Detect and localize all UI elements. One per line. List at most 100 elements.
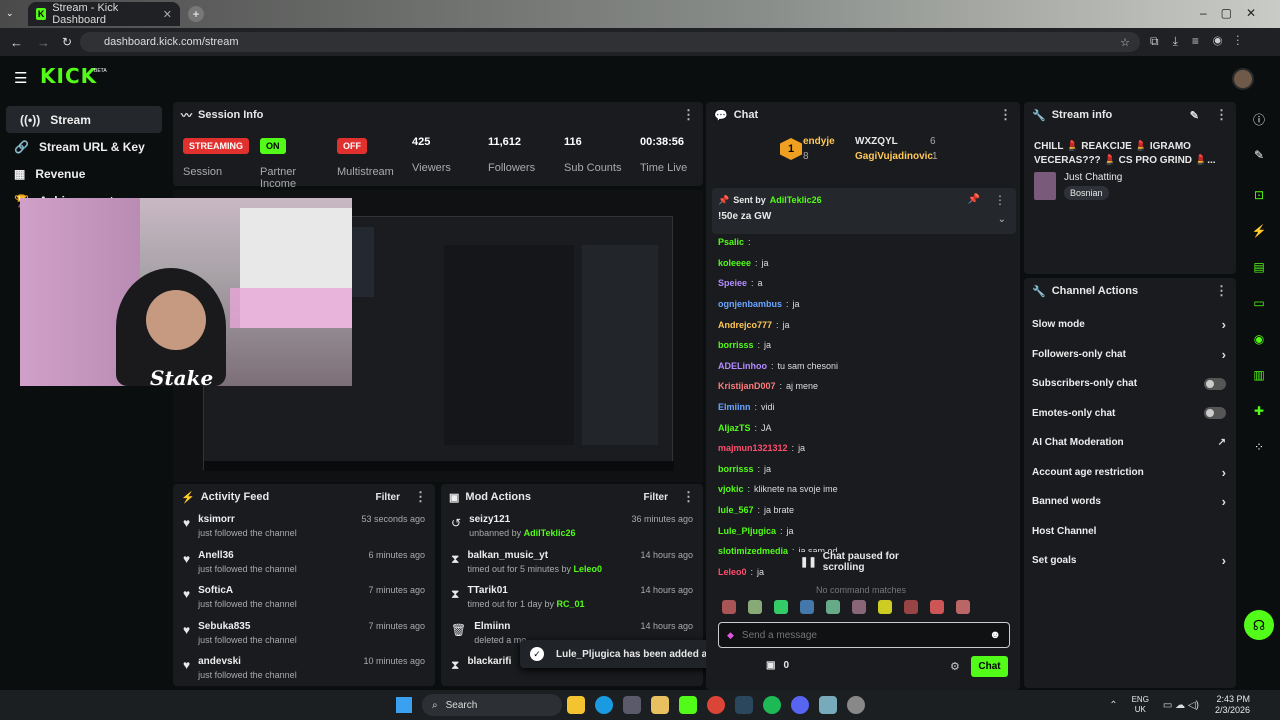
chat-username[interactable]: slotimizedmedia bbox=[718, 546, 788, 556]
app-icon[interactable] bbox=[847, 696, 865, 714]
sidebar-item-stream[interactable]: ((•)) Stream bbox=[6, 106, 162, 133]
hamburger-menu-icon[interactable]: ☰ bbox=[14, 69, 27, 87]
channel-action-item[interactable]: Host Channel bbox=[1024, 517, 1236, 547]
kick-app-icon[interactable] bbox=[679, 696, 697, 714]
chat-username[interactable]: ADELinhoo bbox=[718, 361, 767, 371]
more-menu-icon[interactable]: ⋮ bbox=[682, 489, 695, 505]
list-item[interactable]: ♥ Sebuka835 just followed the channel 7 … bbox=[173, 617, 435, 653]
unpin-icon[interactable]: 📌 bbox=[968, 194, 980, 205]
chat-message[interactable]: lule_567: ja brate bbox=[706, 500, 1020, 521]
document-icon[interactable]: ▤ bbox=[1246, 254, 1272, 280]
more-menu-icon[interactable]: ⋮ bbox=[999, 107, 1012, 123]
leader-name[interactable]: WXZQYL bbox=[855, 136, 898, 147]
chat-message[interactable]: ADELinhoo: tu sam chesoni bbox=[706, 356, 1020, 377]
info-icon[interactable]: ⓘ bbox=[1246, 106, 1272, 132]
emoji-icon[interactable]: ☻ bbox=[989, 629, 1001, 641]
chat-username[interactable]: Psalic bbox=[718, 237, 744, 247]
lightning-icon[interactable]: ⚡ bbox=[1246, 218, 1272, 244]
chat-message[interactable]: ognjenbambus: ja bbox=[706, 294, 1020, 315]
app-icon[interactable] bbox=[651, 696, 669, 714]
address-bar[interactable]: dashboard.kick.com/stream ☆ bbox=[80, 32, 1140, 52]
target-icon[interactable]: ⊡ bbox=[1246, 182, 1272, 208]
send-chat-button[interactable]: Chat bbox=[971, 656, 1008, 677]
list-item[interactable]: ♥ ksimorr just followed the channel 53 s… bbox=[173, 510, 435, 546]
chat-message[interactable]: Andrejco777: ja bbox=[706, 314, 1020, 335]
chat-message[interactable]: borrisss: ja bbox=[706, 459, 1020, 480]
pinned-message[interactable]: 📌 Sent by AdilTeklic26 !50e za GW 📌 ⋮ ⌄ bbox=[712, 188, 1016, 234]
emote-bar[interactable] bbox=[718, 600, 1014, 618]
list-item[interactable]: ♥ SofticA just followed the channel 7 mi… bbox=[173, 581, 435, 617]
channel-points[interactable]: ▣ 0 bbox=[766, 660, 789, 671]
tab-close-icon[interactable]: ✕ bbox=[163, 8, 172, 21]
channel-action-item[interactable]: AI Chat Moderation ↗ bbox=[1024, 428, 1236, 458]
bookmark-star-icon[interactable]: ☆ bbox=[1120, 36, 1130, 49]
list-item[interactable]: ⧗ balkan_music_yt timed out for 5 minute… bbox=[441, 546, 703, 582]
sidebar-item-stream-url[interactable]: 🔗 Stream URL & Key bbox=[0, 133, 168, 160]
pencil-icon[interactable]: ✎ bbox=[1246, 142, 1272, 168]
more-menu-icon[interactable]: ⋮ bbox=[1215, 283, 1228, 299]
chat-message[interactable]: AljazTS: JA bbox=[706, 417, 1020, 438]
chat-settings-icon[interactable]: ⚙ bbox=[950, 660, 960, 673]
more-menu-icon[interactable]: ⋮ bbox=[682, 107, 695, 123]
chat-message[interactable]: Speiee: a bbox=[706, 273, 1020, 294]
chat-username[interactable]: Andrejco777 bbox=[718, 320, 772, 330]
chat-username[interactable]: Elmiinn bbox=[718, 402, 751, 412]
message-field[interactable] bbox=[741, 629, 982, 641]
chat-bubble-icon[interactable]: ▭ bbox=[1246, 290, 1272, 316]
chat-username[interactable]: Lule_Pljugica bbox=[718, 526, 776, 536]
support-headset-icon[interactable]: ☊ bbox=[1244, 610, 1274, 640]
sidebar-item-revenue[interactable]: ▦ Revenue bbox=[0, 160, 168, 187]
emote-icon[interactable] bbox=[852, 600, 866, 614]
channel-action-item[interactable]: Emotes-only chat bbox=[1024, 399, 1236, 429]
chat-message[interactable]: Lule_Pljugica: ja bbox=[706, 520, 1020, 541]
multistream[interactable]: OFF Multistream bbox=[337, 138, 394, 178]
language-indicator[interactable]: ENG UK bbox=[1132, 695, 1149, 715]
more-menu-icon[interactable]: ⋮ bbox=[1215, 107, 1228, 123]
tray-chevron-icon[interactable]: ⌃ bbox=[1109, 700, 1117, 711]
chat-message[interactable]: Psalic: bbox=[706, 232, 1020, 253]
filter-button[interactable]: Filter bbox=[376, 492, 400, 503]
partner-income[interactable]: ON Partner Income bbox=[260, 138, 310, 190]
edit-icon[interactable]: ✎ bbox=[1190, 109, 1199, 122]
emote-icon[interactable] bbox=[904, 600, 918, 614]
tray-icons[interactable]: ▭ ☁ ◁) bbox=[1163, 700, 1199, 711]
chat-message[interactable]: majmun1321312: ja bbox=[706, 438, 1020, 459]
chat-username[interactable]: Speiee bbox=[718, 278, 747, 288]
chat-username[interactable]: lule_567 bbox=[718, 505, 754, 515]
chrome-icon[interactable] bbox=[707, 696, 725, 714]
chat-username[interactable]: ognjenbambus bbox=[718, 299, 782, 309]
chat-username[interactable]: AljazTS bbox=[718, 423, 751, 433]
spotify-icon[interactable] bbox=[763, 696, 781, 714]
windows-start-icon[interactable] bbox=[396, 697, 412, 713]
chat-username[interactable]: vjokic bbox=[718, 484, 744, 494]
tab-search-icon[interactable]: ⌄ bbox=[6, 8, 14, 19]
chevron-down-icon[interactable]: ⌄ bbox=[998, 214, 1006, 225]
wrench-icon[interactable]: ✚ bbox=[1246, 398, 1272, 424]
emote-icon[interactable] bbox=[774, 600, 788, 614]
chat-message[interactable]: KristijanD007: aj mene bbox=[706, 376, 1020, 397]
kick-logo[interactable]: KICK bbox=[40, 64, 97, 88]
toggle-switch[interactable] bbox=[1204, 377, 1226, 390]
store-icon[interactable] bbox=[623, 696, 641, 714]
list-item[interactable]: ⧗ TTarik01 timed out for 1 day by RC_01 … bbox=[441, 581, 703, 617]
list-item[interactable]: ♥ Anell36 just followed the channel 6 mi… bbox=[173, 546, 435, 582]
reload-icon[interactable]: ↻ bbox=[62, 35, 72, 49]
more-menu-icon[interactable]: ⋮ bbox=[994, 193, 1006, 207]
window-controls[interactable]: –▢✕ bbox=[1200, 6, 1270, 20]
broadcast-icon[interactable]: ◉ bbox=[1246, 326, 1272, 352]
leader-name[interactable]: endyje bbox=[803, 136, 835, 147]
emote-icon[interactable] bbox=[956, 600, 970, 614]
chat-paused-banner[interactable]: ❚❚ Chat paused for scrolling bbox=[792, 551, 940, 573]
emote-icon[interactable] bbox=[826, 600, 840, 614]
new-tab-button[interactable]: + bbox=[188, 6, 204, 22]
back-icon[interactable]: ← bbox=[10, 35, 23, 50]
layout-icon[interactable]: ▥ bbox=[1246, 362, 1272, 388]
chat-message[interactable]: vjokic: kliknete na svoje ime bbox=[706, 479, 1020, 500]
taskbar-search[interactable]: ⌕ Search bbox=[422, 694, 562, 716]
list-item[interactable]: ↺ seizy121 unbanned by AdilTeklic26 36 m… bbox=[441, 510, 703, 546]
list-item[interactable]: ♥ andevski just followed the channel 10 … bbox=[173, 652, 435, 688]
avatar[interactable] bbox=[1232, 68, 1254, 90]
chat-username[interactable]: koleeee bbox=[718, 258, 751, 268]
forward-icon[interactable]: → bbox=[37, 35, 50, 50]
steam-icon[interactable] bbox=[735, 696, 753, 714]
